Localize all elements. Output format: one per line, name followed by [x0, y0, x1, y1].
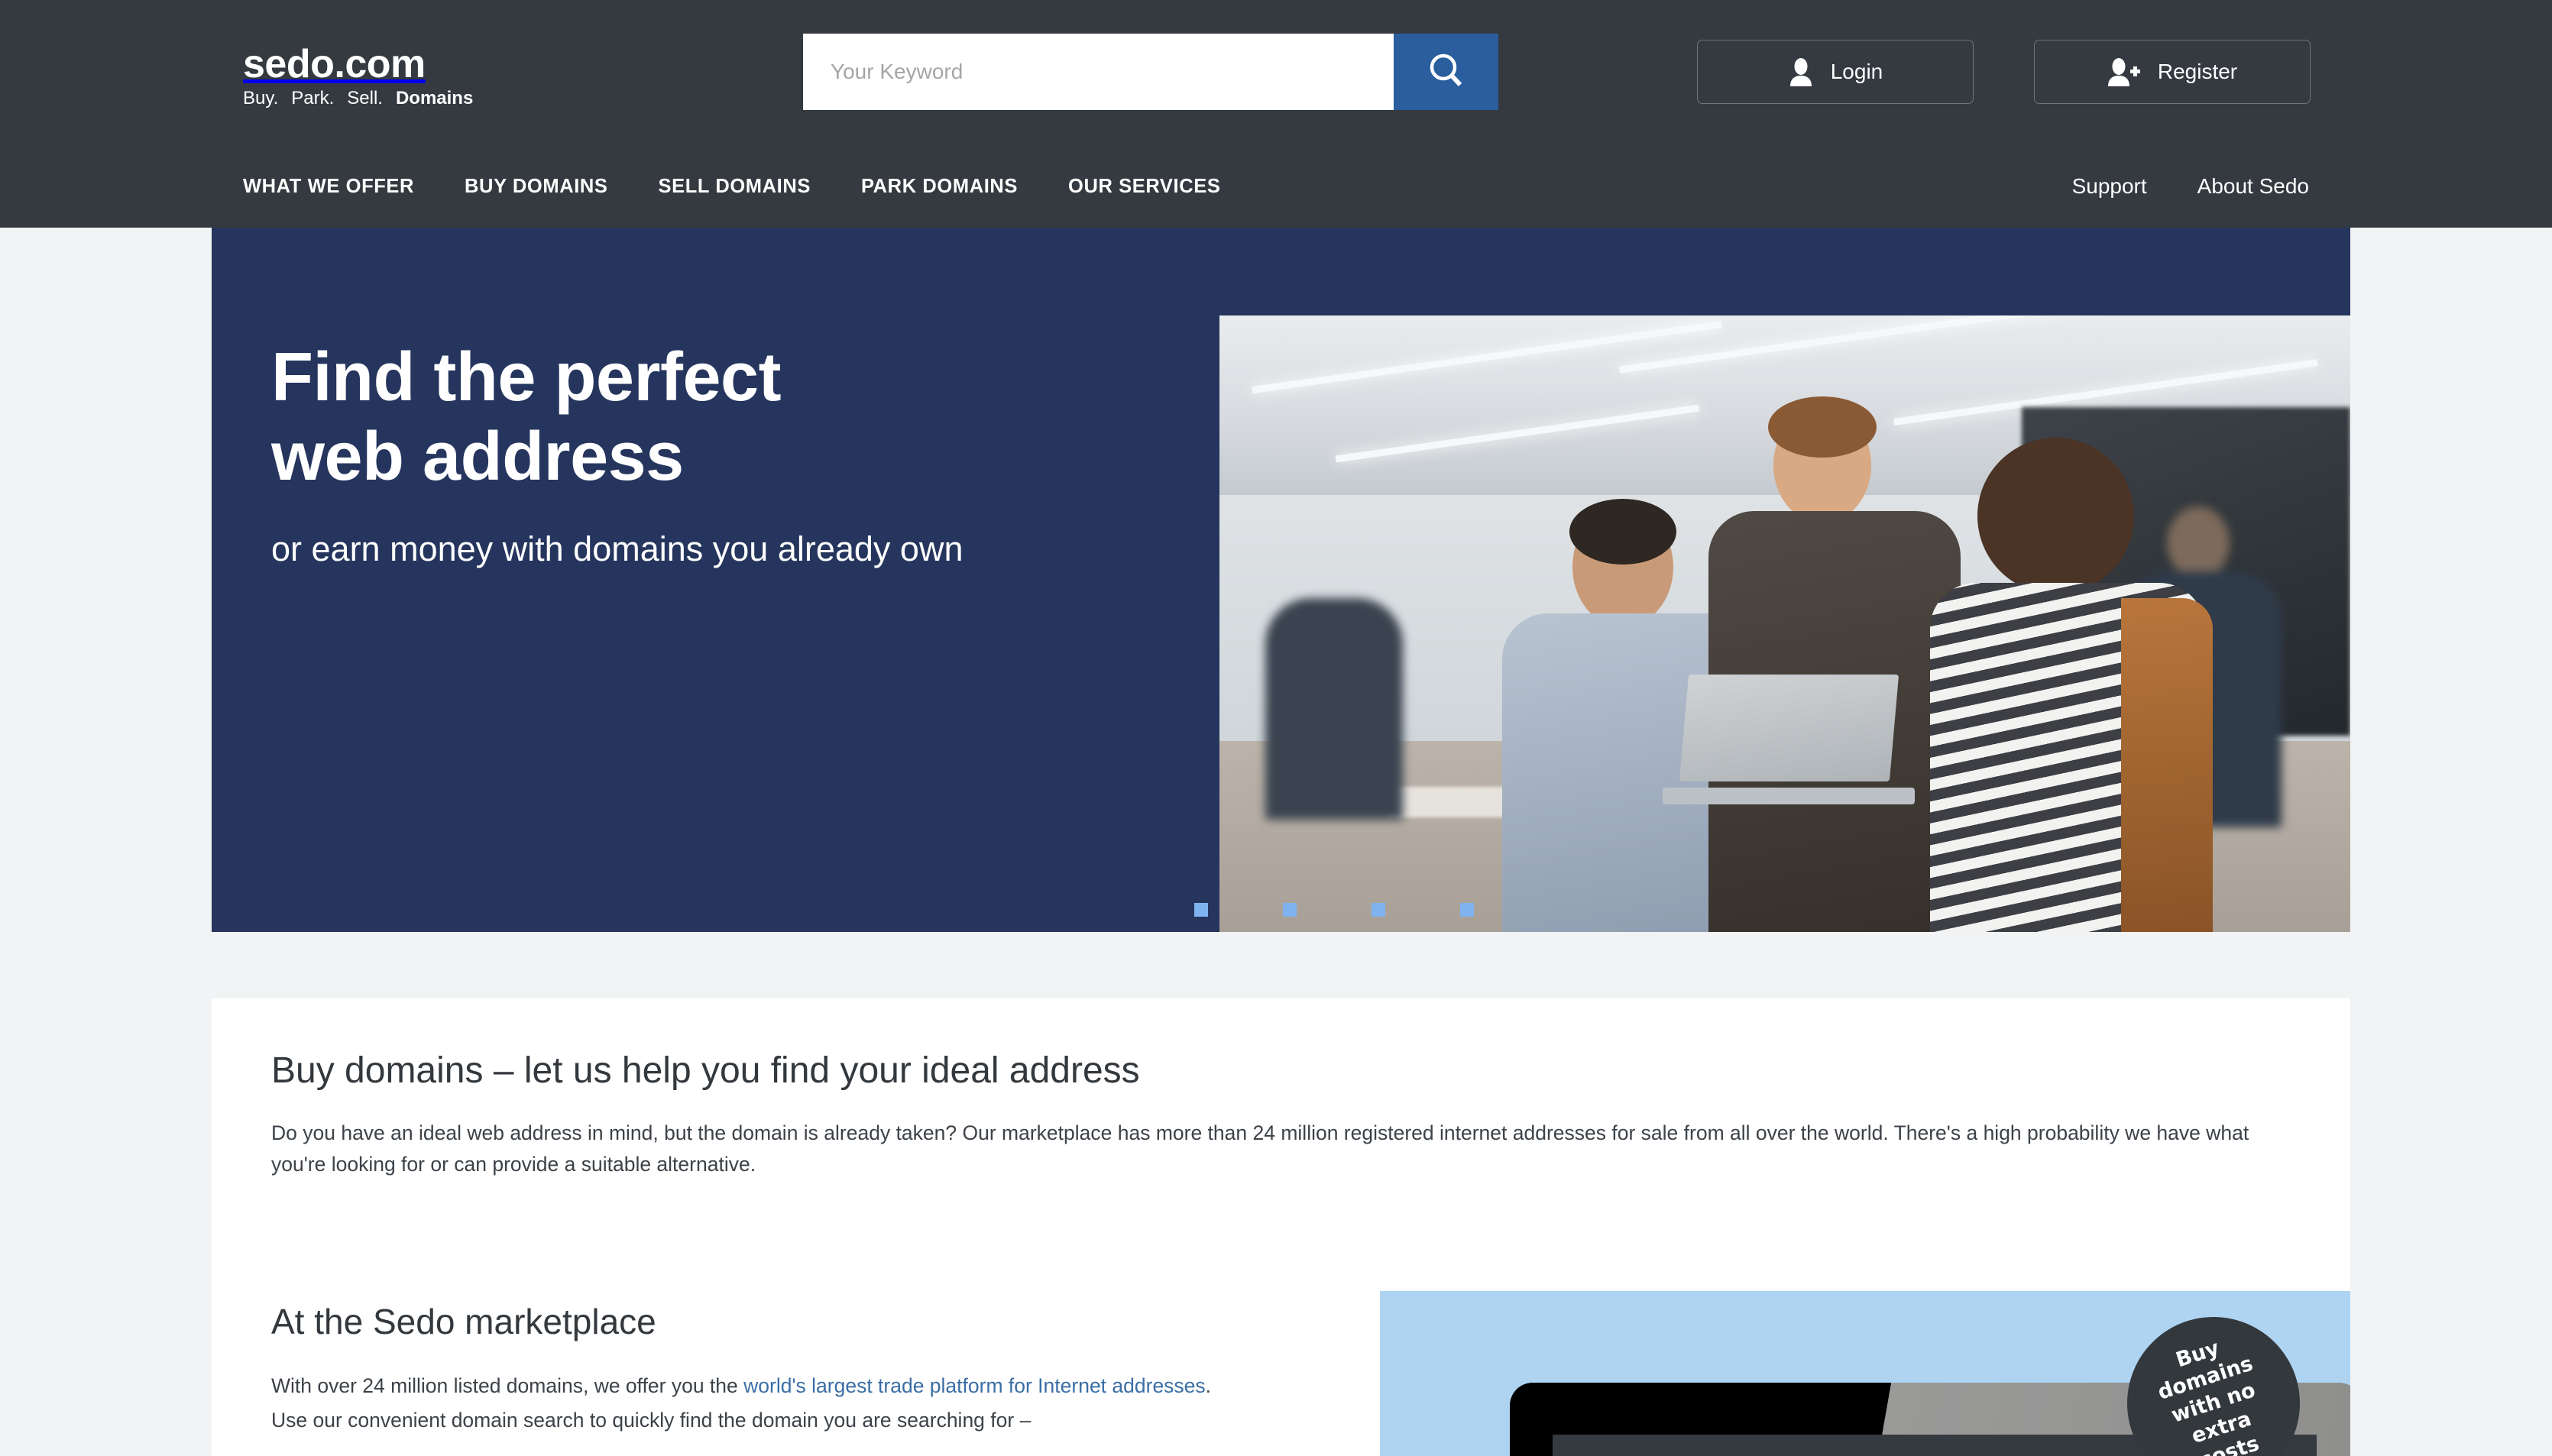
login-button-label: Login: [1830, 60, 1883, 83]
site-header: sedo.com Buy. Park. Sell. Domains Your K…: [0, 0, 2552, 228]
register-button-label: Register: [2157, 60, 2238, 83]
hero-decorative-dot-grid: [1194, 903, 1549, 932]
search-icon: [1426, 50, 1467, 94]
buy-domains-section: Buy domains – let us help you find your …: [271, 1049, 2265, 1180]
account-buttons: Login Register: [1697, 40, 2311, 104]
logo-tagline-word-buy: Buy.: [243, 88, 279, 108]
logo-wordmark: sedo.com: [243, 42, 426, 86]
login-button[interactable]: Login: [1697, 40, 1974, 104]
hero-text-block: Find the perfect web address or earn mon…: [271, 338, 1173, 572]
photo-person-woman: [1930, 438, 2213, 932]
nav-item-our-services[interactable]: OUR SERVICES: [1068, 176, 1220, 198]
logo-tagline-domains: Domains: [395, 88, 474, 108]
logo-tagline: Buy. Park. Sell. Domains: [243, 89, 473, 108]
site-logo[interactable]: sedo.com Buy. Park. Sell. Domains: [243, 44, 473, 108]
nav-item-support[interactable]: Support: [2072, 174, 2147, 199]
nav-secondary-group: Support About Sedo: [2072, 174, 2309, 199]
hero-photo-office-team: [1219, 315, 2350, 932]
marketplace-body-part1: With over 24 million listed domains, we …: [271, 1374, 744, 1398]
marketplace-body: With over 24 million listed domains, we …: [271, 1369, 1219, 1438]
marketplace-inline-link[interactable]: world's largest trade platform for Inter…: [743, 1374, 1206, 1397]
user-plus-icon: [2107, 57, 2141, 86]
nav-item-what-we-offer[interactable]: WHAT WE OFFER: [243, 176, 414, 198]
buy-domains-body: Do you have an ideal web address in mind…: [271, 1121, 2249, 1176]
hero-subtitle: or earn money with domains you already o…: [271, 529, 963, 568]
photo-ceiling-light-4: [1335, 404, 1700, 463]
photo-ceiling-light-1: [1252, 320, 1722, 394]
user-icon: [1788, 57, 1814, 86]
nav-item-park-domains[interactable]: PARK DOMAINS: [861, 176, 1018, 198]
nav-item-about-sedo[interactable]: About Sedo: [2197, 174, 2309, 199]
logo-tagline-word-sell: Sell.: [347, 88, 383, 108]
hero-title-line1: Find the perfect: [271, 339, 782, 416]
photo-person-man-standing: [1708, 396, 1961, 932]
hero-title-line2: web address: [271, 418, 684, 495]
header-top-bar: sedo.com Buy. Park. Sell. Domains Your K…: [0, 0, 2552, 145]
search-input[interactable]: [803, 34, 1394, 110]
buy-domains-heading: Buy domains – let us help you find your …: [271, 1050, 1140, 1091]
content-card: Buy domains – let us help you find your …: [212, 998, 2350, 1456]
nav-item-buy-domains[interactable]: BUY DOMAINS: [465, 176, 607, 198]
hero-title: Find the perfect web address: [271, 338, 1173, 497]
marketplace-heading: At the Sedo marketplace: [271, 1302, 656, 1341]
logo-tagline-word-park: Park.: [291, 88, 335, 108]
photo-laptop: [1663, 675, 1915, 804]
marketplace-section: At the Sedo marketplace With over 24 mil…: [271, 1301, 1219, 1438]
search-bar: [803, 34, 1498, 110]
search-button[interactable]: [1394, 34, 1498, 110]
register-button[interactable]: Register: [2034, 40, 2311, 104]
hero-banner: Find the perfect web address or earn mon…: [212, 228, 2350, 932]
nav-primary-group: WHAT WE OFFER BUY DOMAINS SELL DOMAINS P…: [243, 176, 1220, 198]
nav-item-sell-domains[interactable]: SELL DOMAINS: [659, 176, 811, 198]
main-navigation: WHAT WE OFFER BUY DOMAINS SELL DOMAINS P…: [0, 145, 2552, 228]
photo-person-seated: [1265, 568, 1403, 820]
